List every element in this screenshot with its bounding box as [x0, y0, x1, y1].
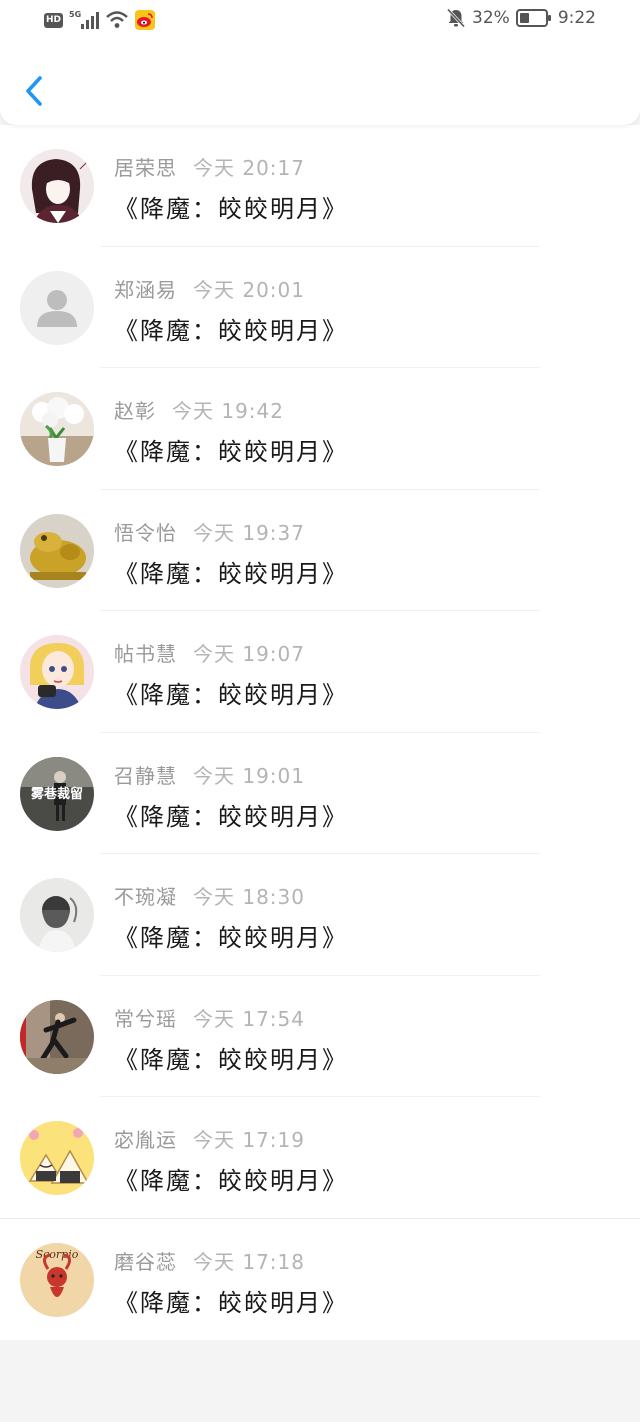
- comment-row[interactable]: Scorpio 磨谷蕊 今天 17:18 《降魔：皎皎明月》: [0, 1219, 640, 1340]
- comment-text: 《降魔：皎皎明月》: [114, 1288, 348, 1317]
- anime-girl-avatar[interactable]: [20, 149, 94, 223]
- comment-row[interactable]: 郑涵易 今天 20:01 《降魔：皎皎明月》: [0, 247, 640, 368]
- comment-time: 今天 20:01: [193, 277, 305, 302]
- battery-icon: [515, 9, 551, 27]
- user-name[interactable]: 赵彰: [114, 399, 156, 423]
- comment-text: 《降魔：皎皎明月》: [114, 316, 348, 345]
- user-name[interactable]: 常兮瑶: [114, 1007, 177, 1031]
- comment-meta: 宓胤运 今天 17:19: [114, 1124, 305, 1153]
- dancer-avatar[interactable]: [20, 999, 94, 1074]
- comment-row[interactable]: 不琬凝 今天 18:30 《降魔：皎皎明月》: [0, 854, 640, 976]
- signal-icon: 5G: [69, 10, 99, 29]
- comment-text: 《降魔：皎皎明月》: [114, 195, 348, 223]
- user-name[interactable]: 郑涵易: [114, 278, 177, 302]
- golden-frog-avatar[interactable]: [20, 513, 94, 588]
- user-name[interactable]: 召静慧: [114, 764, 177, 788]
- weibo-icon: [135, 10, 155, 30]
- user-name[interactable]: 悟令怡: [114, 521, 177, 545]
- avatar-caption: Scorpio: [36, 1248, 79, 1261]
- status-bar: HD 5G 32% 9:22: [0, 0, 640, 44]
- comment-row[interactable]: 雾巷裁留 召静慧 今天 19:01 《降魔：皎皎明月》: [0, 733, 640, 854]
- scorpio-avatar[interactable]: Scorpio: [20, 1242, 94, 1317]
- comment-time: 今天 17:54: [193, 1006, 305, 1031]
- girl-sketch-avatar[interactable]: [20, 878, 94, 952]
- user-name[interactable]: 不琬凝: [114, 885, 177, 909]
- comment-row[interactable]: 宓胤运 今天 17:19 《降魔：皎皎明月》: [0, 1097, 640, 1219]
- wifi-icon: [106, 11, 128, 28]
- network-type-label: 5G: [69, 10, 81, 19]
- comment-meta: 赵彰 今天 19:42: [114, 395, 284, 424]
- comment-meta: 居荣思 今天 20:17: [114, 152, 305, 181]
- comment-meta: 磨谷蕊 今天 17:18: [114, 1246, 305, 1275]
- comment-text: 《降魔：皎皎明月》: [114, 681, 348, 709]
- comment-time: 今天 19:42: [172, 399, 284, 423]
- comment-meta: 不琬凝 今天 18:30: [114, 881, 305, 910]
- comment-row[interactable]: 居荣思 今天 20:17 《降魔：皎皎明月》: [0, 125, 640, 247]
- rice-ball-avatar[interactable]: [20, 1121, 94, 1195]
- comment-meta: 悟令怡 今天 19:37: [114, 517, 305, 546]
- comment-row[interactable]: 赵彰 今天 19:42 《降魔：皎皎明月》: [0, 368, 640, 490]
- street-photo-avatar[interactable]: 雾巷裁留: [20, 756, 94, 831]
- comment-text: 《降魔：皎皎明月》: [114, 924, 348, 952]
- comment-time: 今天 20:17: [193, 156, 305, 180]
- user-name[interactable]: 居荣思: [114, 156, 177, 180]
- comment-text: 《降魔：皎皎明月》: [114, 1167, 348, 1195]
- mute-bell-icon: [446, 8, 466, 28]
- comment-list: 居荣思 今天 20:17 《降魔：皎皎明月》 郑涵易 今天 20:01 《降魔：皎皎…: [0, 125, 640, 1340]
- comment-time: 今天 18:30: [193, 885, 305, 909]
- comment-text: 《降魔：皎皎明月》: [114, 1045, 348, 1074]
- comment-row[interactable]: 帖书慧 今天 19:07 《降魔：皎皎明月》: [0, 611, 640, 733]
- comment-time: 今天 19:37: [193, 520, 305, 545]
- flower-vase-avatar[interactable]: [20, 392, 94, 466]
- chevron-left-icon[interactable]: [20, 72, 50, 112]
- comment-text: 《降魔：皎皎明月》: [114, 559, 348, 588]
- default-user-avatar[interactable]: [20, 270, 94, 345]
- status-left: HD 5G: [44, 10, 155, 30]
- comment-text: 《降魔：皎皎明月》: [114, 802, 348, 831]
- avatar-caption: 雾巷裁留: [30, 786, 83, 802]
- status-right: 32% 9:22: [446, 8, 596, 28]
- comment-row[interactable]: 常兮瑶 今天 17:54 《降魔：皎皎明月》: [0, 976, 640, 1097]
- comment-time: 今天 17:19: [193, 1128, 305, 1152]
- user-name[interactable]: 帖书慧: [114, 642, 177, 666]
- user-name[interactable]: 宓胤运: [114, 1128, 177, 1152]
- status-time: 9:22: [557, 8, 596, 28]
- comment-row[interactable]: 悟令怡 今天 19:37 《降魔：皎皎明月》: [0, 490, 640, 611]
- comment-meta: 召静慧 今天 19:01: [114, 760, 305, 789]
- comment-meta: 郑涵易 今天 20:01: [114, 274, 305, 303]
- top-header: HD 5G 32% 9:22: [0, 0, 640, 125]
- comment-meta: 帖书慧 今天 19:07: [114, 638, 305, 667]
- comment-time: 今天 19:01: [193, 763, 305, 788]
- comment-meta: 常兮瑶 今天 17:54: [114, 1003, 305, 1032]
- comment-time: 今天 17:18: [193, 1249, 305, 1274]
- battery-percent: 32%: [472, 8, 510, 28]
- hd-icon: HD: [44, 12, 63, 28]
- comment-text: 《降魔：皎皎明月》: [114, 438, 348, 466]
- user-name[interactable]: 磨谷蕊: [114, 1250, 177, 1274]
- comment-time: 今天 19:07: [193, 642, 305, 666]
- sailor-moon-avatar[interactable]: [20, 635, 94, 709]
